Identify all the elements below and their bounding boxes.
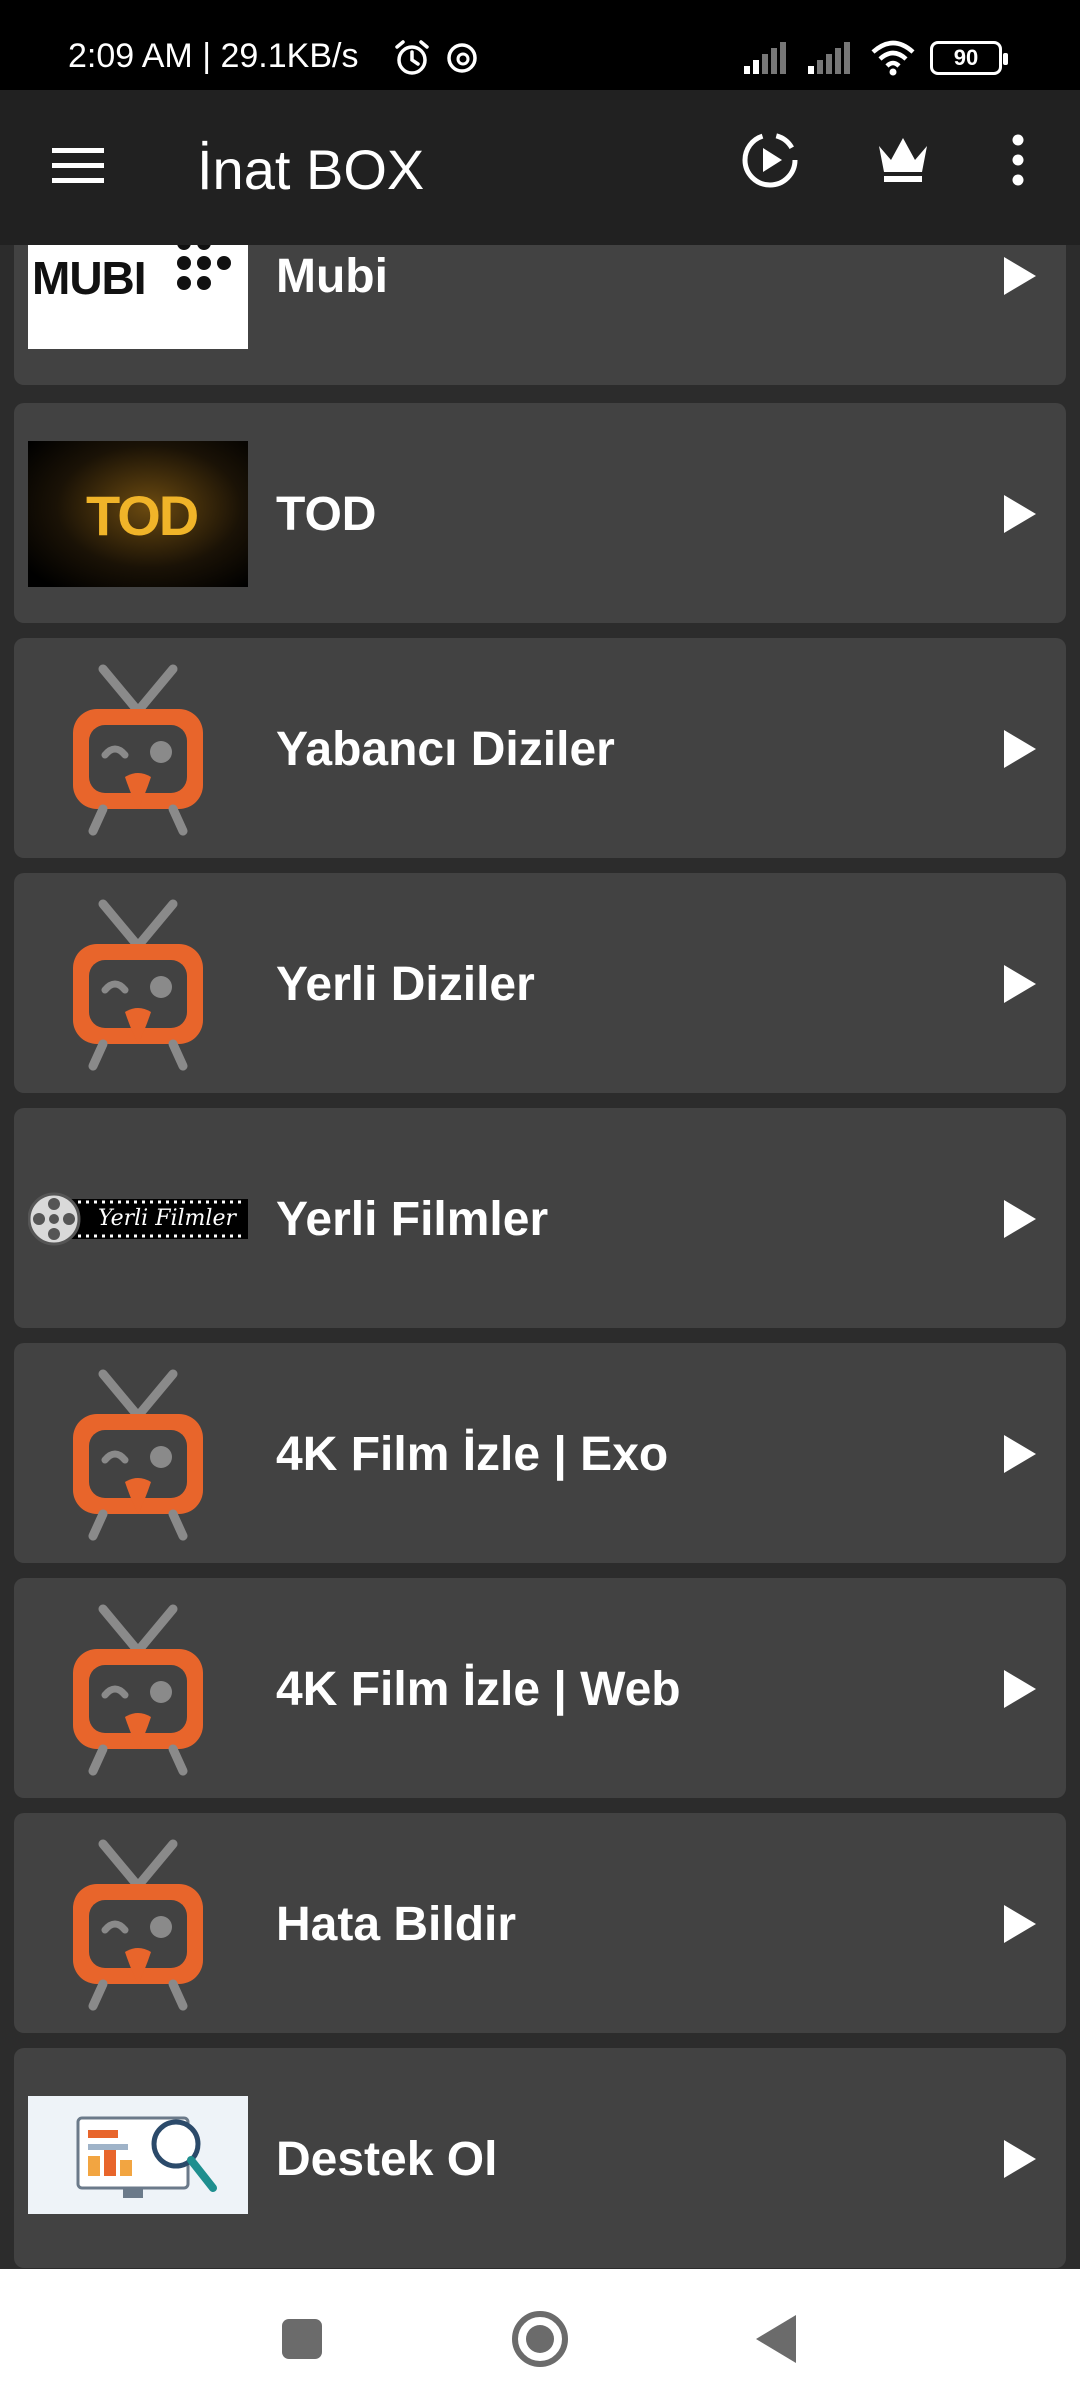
list-item-label: Yabancı Diziler [276,723,615,776]
play-arrow-icon[interactable] [1002,493,1038,535]
list-item-yerli-diziler[interactable]: Yerli Diziler [14,873,1066,1093]
play-arrow-icon[interactable] [1002,2138,1038,2180]
signal-icon [808,42,850,74]
list-item-4k-film-web[interactable]: 4K Film İzle | Web [14,1578,1066,1798]
list-item-label: Mubi [276,250,388,303]
system-nav-bar [0,2269,1080,2400]
more-vert-icon[interactable] [1010,134,1026,186]
play-arrow-icon[interactable] [1002,1433,1038,1475]
tv-mascot-icon [28,899,248,1071]
play-arrow-icon[interactable] [1002,1668,1038,1710]
list-item-label: Destek Ol [276,2133,498,2186]
tod-logo: TOD [28,441,248,587]
battery-icon: 90 [930,41,1008,75]
recents-icon[interactable] [272,2309,332,2369]
mubi-logo: MUBI [28,245,248,349]
tv-mascot-icon [28,1369,248,1541]
app-title: İnat BOX [197,138,425,201]
list-item-label: Hata Bildir [276,1898,517,1951]
back-icon[interactable] [748,2309,808,2369]
status-icons-left [392,38,482,78]
list-item-label: Yerli Diziler [276,958,535,1011]
list-item-label: TOD [276,488,377,541]
tv-mascot-icon [28,664,248,836]
list-item-4k-film-exo[interactable]: 4K Film İzle | Exo [14,1343,1066,1563]
channel-list: MUBI Mubi TOD TOD Yabancı Diziler Yerli … [0,245,1080,2269]
play-arrow-icon[interactable] [1002,728,1038,770]
status-icons-right: 90 [742,38,1008,78]
list-item-label: 4K Film İzle | Exo [276,1428,669,1481]
support-illustration [28,2096,248,2214]
alarm-icon [395,40,429,75]
list-item-destek-ol[interactable]: Destek Ol [14,2048,1066,2268]
yerli-filmler-banner: Yerli Filmler [28,1146,248,1292]
tv-mascot-icon [28,1839,248,2011]
playback-icon[interactable] [740,130,800,190]
list-item-label: 4K Film İzle | Web [276,1663,681,1716]
menu-icon[interactable] [52,146,104,186]
play-arrow-icon[interactable] [1002,255,1038,297]
app-bar: İnat BOX [0,90,1080,245]
list-item-tod[interactable]: TOD TOD [14,403,1066,623]
play-arrow-icon[interactable] [1002,1198,1038,1240]
status-time: 2:09 AM | 29.1KB/s [68,37,359,75]
tod-logo-text: TOD [86,484,199,547]
mubi-logo-text: MUBI [32,252,147,304]
list-item-yerli-filmler[interactable]: Yerli Filmler Yerli Filmler [14,1108,1066,1328]
list-item-label: Yerli Filmler [276,1193,549,1246]
home-icon[interactable] [510,2309,570,2369]
threads-icon [447,43,477,73]
play-arrow-icon[interactable] [1002,1903,1038,1945]
status-bar: 2:09 AM | 29.1KB/s 90 [0,0,1080,90]
tv-mascot-icon [28,1604,248,1776]
list-item-yabanci-diziler[interactable]: Yabancı Diziler [14,638,1066,858]
yerli-filmler-banner-text: Yerli Filmler [98,1206,236,1231]
wifi-icon [871,40,915,76]
play-arrow-icon[interactable] [1002,963,1038,1005]
battery-level: 90 [953,45,979,70]
list-item-hata-bildir[interactable]: Hata Bildir [14,1813,1066,2033]
signal-icon [744,42,786,74]
crown-icon[interactable] [876,134,930,184]
list-item-mubi[interactable]: MUBI Mubi [14,245,1066,385]
